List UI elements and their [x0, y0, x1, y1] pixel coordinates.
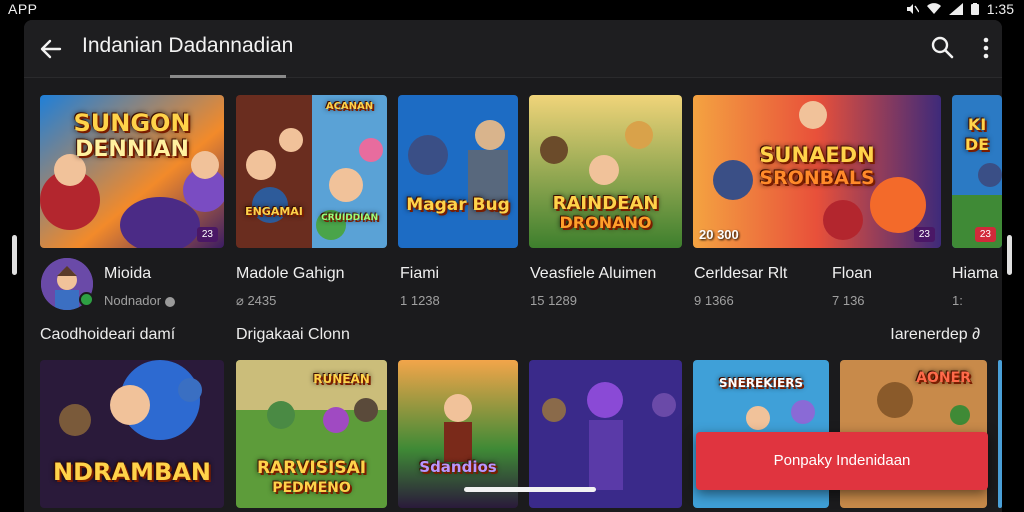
card-badge: 23 [196, 227, 218, 242]
right-edge-handle[interactable] [1007, 235, 1012, 275]
more-vert-icon[interactable] [976, 34, 996, 62]
card-art-subtitle: PEDMENO [272, 480, 351, 496]
online-status-dot [79, 292, 94, 307]
list-item[interactable]: Hiama 1: [952, 265, 998, 308]
status-time: 1:35 [986, 1, 1014, 17]
list-item[interactable]: Cerldesar Rlt 9 1366 [694, 265, 787, 308]
card-badge: 23 [913, 227, 935, 242]
mute-icon [906, 4, 919, 14]
search-icon[interactable] [929, 34, 957, 62]
item-subtitle: 7 136 [832, 293, 865, 308]
left-edge-handle[interactable] [12, 235, 17, 275]
status-app-label: APP [8, 1, 38, 17]
card-price: 20 300 [699, 227, 739, 242]
card-art-title: Sdandios [419, 458, 497, 476]
item-subtitle: 1: [952, 293, 963, 308]
game-card[interactable]: ACANAN ENGAMAI CRUIDDIAN [236, 95, 387, 248]
app-window: Indanian Dadannadian SUNGON DENNIAN 23 A… [24, 20, 1002, 512]
item-title: Fiami [400, 265, 440, 282]
game-card[interactable]: NDRAMBAN [40, 360, 224, 508]
card-art-caption: RUNEAN [313, 372, 370, 386]
home-indicator[interactable] [464, 487, 596, 492]
section-title: Drigakaai Clonn [236, 326, 350, 343]
item-title: Floan [832, 265, 873, 282]
wifi-icon [926, 3, 941, 15]
download-icon: ⌀ [236, 293, 244, 308]
arrow-left-icon[interactable] [36, 34, 66, 64]
status-bar: APP 1:35 [0, 0, 1024, 18]
item-subtitle: 9 1366 [694, 293, 734, 308]
verified-icon [164, 296, 175, 307]
card-art-subtitle: DE [964, 135, 990, 154]
card-art-title: RARVISISAI [256, 458, 367, 478]
game-card[interactable]: Magar Bug [398, 95, 518, 248]
item-title: Madole Gahign [236, 265, 345, 282]
card-art-title: Magar Bug [406, 195, 510, 215]
game-card[interactable]: Sdandios [398, 360, 518, 508]
card-art-title: RAINDEAN [552, 193, 659, 214]
status-icons: 1:35 [905, 1, 1014, 17]
card-art-title: KI [967, 115, 987, 134]
item-title: Hiama [952, 265, 999, 282]
list-item[interactable]: Fiami 1 1238 [400, 265, 440, 308]
card-art-title: NDRAMBAN [53, 458, 211, 486]
battery-icon [970, 3, 979, 15]
game-card[interactable]: RAINDEAN DRONANO [529, 95, 682, 248]
list-item[interactable]: Veasfiele Aluimen 15 1289 [530, 265, 656, 308]
item-subtitle: 15 1289 [530, 293, 577, 308]
game-card[interactable]: SUNGON DENNIAN 23 [40, 95, 224, 248]
game-card[interactable]: SUNAEDN SRONBALS 20 300 23 [693, 95, 941, 248]
card-art-caption: CRUIDDIAN [321, 213, 378, 223]
list-item[interactable]: Floan 7 136 [832, 265, 872, 308]
card-art-subtitle: DRONANO [559, 213, 652, 232]
card-art-subtitle: SRONBALS [759, 167, 875, 189]
game-card[interactable] [529, 360, 682, 508]
list-item[interactable]: Madole Gahign ⌀ 2435 [236, 265, 345, 309]
app-bar: Indanian Dadannadian [24, 20, 1002, 78]
item-title: Veasfiele Aluimen [530, 265, 657, 282]
item-subtitle: Nodnador [104, 293, 175, 308]
card-art-title: AONER [916, 370, 971, 386]
card-art-subtitle: ENGAMAI [245, 205, 303, 218]
item-subtitle: 1 1238 [400, 293, 440, 308]
card-art-title: SUNGON [73, 109, 191, 137]
game-card[interactable]: RUNEAN RARVISISAI PEDMENO [236, 360, 387, 508]
game-card[interactable]: KI DE 23 [952, 95, 1002, 248]
list-item[interactable]: Mioida Nodnador [104, 265, 175, 308]
card-badge: 23 [974, 227, 996, 242]
card-art-title: ACANAN [325, 101, 374, 112]
card-art-subtitle: DENNIAN [75, 137, 189, 162]
page-title: Indanian Dadannadian [82, 34, 294, 57]
signal-icon [948, 3, 963, 15]
item-title: Mioida [104, 265, 152, 282]
section-title: Caodhoideari damí [40, 326, 176, 343]
toast-action-button[interactable]: Ponpaky Indenidaan [696, 432, 988, 490]
card-art-title: SUNAEDN [759, 143, 875, 167]
featured-row: SUNGON DENNIAN 23 ACANAN ENGAMAI CRUIDDI… [40, 95, 1002, 250]
see-more-link[interactable]: Iarenerdep ∂ [890, 326, 980, 344]
card-art-title: SNEREKIERS [718, 376, 804, 390]
title-underline [170, 75, 286, 78]
item-title: Cerldesar Rlt [694, 265, 788, 282]
game-card-edge[interactable] [998, 360, 1002, 508]
item-subtitle: ⌀ 2435 [236, 293, 277, 308]
